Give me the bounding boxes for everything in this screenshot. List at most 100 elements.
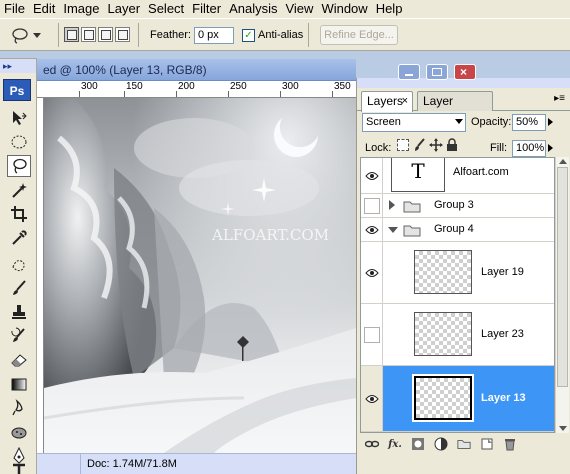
magic-wand-icon [12,183,27,198]
menu-edit[interactable]: Edit [33,0,63,18]
layer-row-alfoart[interactable]: T Alfoart.com [361,158,554,194]
minimize-button[interactable] [398,64,420,80]
lasso-icon [13,158,27,174]
tab-layers-label: Layers [367,94,404,108]
scroll-down-icon[interactable] [559,426,567,431]
mask-icon[interactable] [411,437,425,451]
menu-file[interactable]: File [4,0,33,18]
blend-mode-select[interactable]: Screen [362,113,466,132]
menu-select[interactable]: Select [148,0,192,18]
menu-window[interactable]: Window [321,0,375,18]
layers-scrollbar[interactable] [555,157,569,433]
visibility-toggle[interactable] [361,242,383,303]
healing-tool[interactable] [7,253,31,275]
panel-grip[interactable]: ▸▸ [0,59,36,73]
layer-name: Alfoart.com [453,166,509,178]
intersect-selection-button[interactable] [115,27,130,42]
visibility-toggle[interactable] [361,158,383,193]
fill-slider-arrow-icon[interactable] [548,144,553,152]
folder-icon [403,225,421,237]
collapse-arrow-icon[interactable] [388,227,398,233]
menu-layer[interactable]: Layer [108,0,149,18]
menu-filter[interactable]: Filter [192,0,229,18]
document-title[interactable]: ed @ 100% (Layer 13, RGB/8) [37,59,356,81]
brush-tool[interactable] [7,277,31,299]
text-layer-thumbnail: T [391,158,445,192]
slice-tool[interactable] [7,227,31,249]
ruler-label: 300 [81,81,98,92]
new-selection-button[interactable] [64,27,79,42]
move-tool[interactable] [7,107,31,129]
maximize-button[interactable] [426,64,448,80]
scroll-thumb[interactable] [557,167,568,387]
ruler-label: 350 [334,81,351,92]
blur-tool[interactable] [7,397,31,419]
visibility-toggle[interactable] [361,366,383,431]
eraser-tool[interactable] [7,349,31,371]
marquee-tool[interactable] [7,131,31,153]
crop-tool[interactable] [7,203,31,225]
refine-edge-button[interactable]: Refine Edge... [320,25,398,45]
expand-arrow-icon[interactable] [389,200,395,210]
opacity-label: Opacity: [471,116,512,128]
document-window: ed @ 100% (Layer 13, RGB/8) 300 150 200 … [37,59,356,474]
layer-row-group-3[interactable]: Group 3 [361,194,554,218]
vertical-ruler[interactable] [37,98,44,453]
visibility-toggle[interactable] [361,218,383,241]
lock-transparent-icon[interactable] [397,139,409,151]
stamp-tool[interactable] [7,301,31,323]
visibility-toggle[interactable] [361,194,383,217]
image-canvas[interactable]: ALFOART.COM [44,98,356,453]
lock-all-icon[interactable] [446,138,458,152]
zoom-field[interactable] [37,454,81,474]
layer-row-layer-13[interactable]: Layer 13 [361,366,554,432]
winter-scene-image: ALFOART.COM [44,98,356,453]
add-to-selection-button[interactable] [81,27,96,42]
group-icon[interactable] [457,437,471,451]
doc-size-readout: Doc: 1.74M/71.8M [87,458,177,470]
panel-menu-icon[interactable]: ▸≡ [554,93,565,104]
menu-help[interactable]: Help [376,0,411,18]
layers-panel: Layers × Layer Comps ▸≡ Screen Opacity: … [356,78,570,474]
subtract-from-selection-button[interactable] [98,27,113,42]
tool-preset-picker[interactable] [10,25,46,47]
type-tool[interactable] [7,463,31,474]
new-layer-icon[interactable] [480,437,494,451]
menu-analysis[interactable]: Analysis [229,0,285,18]
close-button[interactable]: × [454,64,476,80]
opacity-slider-arrow-icon[interactable] [548,118,553,126]
horizontal-ruler[interactable]: 300 150 200 250 300 350 [37,81,356,98]
lock-position-icon[interactable] [429,138,443,152]
tab-layer-comps[interactable]: Layer Comps [417,91,493,127]
ps-logo: Ps [3,79,31,101]
tab-layers[interactable]: Layers × [361,91,413,112]
magic-wand-tool[interactable] [7,179,31,201]
layer-row-group-4[interactable]: Group 4 [361,218,554,242]
layer-row-layer-23[interactable]: Layer 23 [361,304,554,366]
menu-view[interactable]: View [285,0,321,18]
antialias-label: Anti-alias [258,29,304,41]
lock-paint-icon[interactable] [413,138,427,152]
feather-input[interactable]: 0 px [194,27,234,44]
dodge-tool[interactable] [7,421,31,443]
adjustment-icon[interactable] [434,437,448,451]
trash-icon[interactable] [503,437,517,451]
close-icon[interactable]: × [402,92,408,111]
panel-tabs: Layers × Layer Comps ▸≡ [357,88,570,127]
opacity-input[interactable]: 50% [512,114,546,131]
fx-icon[interactable]: fx. [388,437,402,451]
history-brush-tool[interactable] [7,325,31,347]
patch-icon [12,260,25,272]
link-icon[interactable] [365,437,379,451]
fill-input[interactable]: 100% [512,140,546,157]
gradient-tool[interactable] [7,373,31,395]
antialias-checkbox[interactable]: ✓ [242,29,255,42]
crop-icon [11,206,27,222]
lasso-tool[interactable] [7,155,31,177]
menu-image[interactable]: Image [63,0,107,18]
layer-row-layer-19[interactable]: Layer 19 [361,242,554,304]
eye-icon [364,225,379,234]
visibility-toggle[interactable] [361,304,383,365]
layer-thumbnail [414,312,472,356]
scroll-up-icon[interactable] [559,159,567,164]
